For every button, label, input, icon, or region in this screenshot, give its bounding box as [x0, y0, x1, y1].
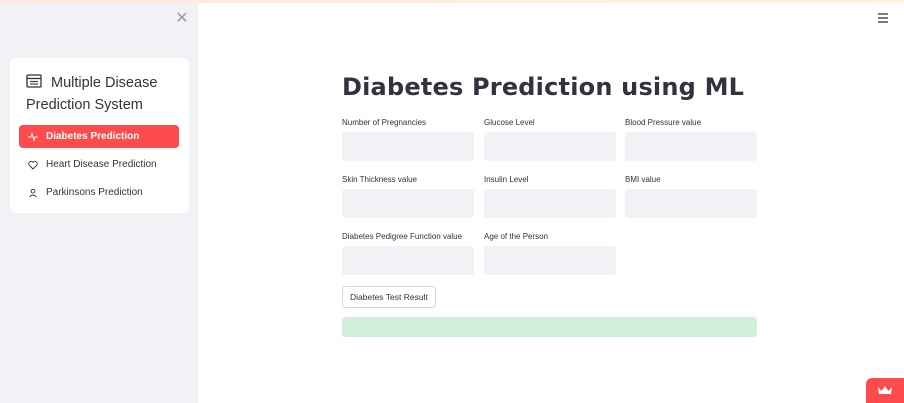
diabetes-test-result-button[interactable]: Diabetes Test Result: [342, 286, 436, 308]
field-label: Number of Pregnancies: [342, 118, 427, 127]
field-label: BMI value: [625, 175, 661, 184]
pedigree-input[interactable]: [342, 246, 474, 275]
clipboard-list-icon: [26, 74, 42, 88]
blood-pressure-field: Blood Pressure value: [625, 118, 757, 161]
field-label: Age of the Person: [484, 232, 549, 241]
glucose-input[interactable]: [484, 132, 616, 161]
sidebar: ✕ Multiple Disease Prediction System Dia…: [0, 3, 198, 403]
blood-pressure-input[interactable]: [625, 132, 757, 161]
person-icon: [28, 188, 38, 198]
menu-header: Multiple Disease Prediction System: [26, 72, 181, 116]
skin-thickness-input[interactable]: [342, 189, 474, 218]
field-label: Skin Thickness value: [342, 175, 417, 184]
menu-item-parkinsons-prediction[interactable]: Parkinsons Prediction: [19, 181, 179, 204]
option-menu: Multiple Disease Prediction System Diabe…: [10, 58, 189, 213]
menu-title: Multiple Disease Prediction System: [26, 75, 158, 113]
insulin-input[interactable]: [484, 189, 616, 218]
close-icon[interactable]: ✕: [174, 11, 190, 27]
bmi-field: BMI value: [625, 175, 757, 218]
page-title: Diabetes Prediction using ML: [342, 73, 745, 101]
skin-thickness-field: Skin Thickness value: [342, 175, 474, 218]
bmi-input[interactable]: [625, 189, 757, 218]
activity-icon: [28, 131, 38, 142]
age-field: Age of the Person: [484, 232, 616, 275]
pregnancies-field: Number of Pregnancies: [342, 118, 474, 161]
crown-icon[interactable]: [866, 378, 904, 403]
glucose-field: Glucose Level: [484, 118, 616, 161]
pedigree-field: Diabetes Pedigree Function value: [342, 232, 474, 275]
field-label: Insulin Level: [484, 175, 529, 184]
field-label: Blood Pressure value: [625, 118, 702, 127]
field-label: Glucose Level: [484, 118, 535, 127]
menu-item-diabetes-prediction[interactable]: Diabetes Prediction: [19, 125, 179, 148]
insulin-field: Insulin Level: [484, 175, 616, 218]
menu-item-label: Parkinsons Prediction: [46, 187, 143, 198]
pregnancies-input[interactable]: [342, 132, 474, 161]
field-label: Diabetes Pedigree Function value: [342, 232, 463, 241]
menu-item-heart-disease-prediction[interactable]: Heart Disease Prediction: [19, 153, 179, 176]
menu-item-label: Heart Disease Prediction: [46, 159, 157, 170]
heart-icon: [28, 160, 38, 170]
age-input[interactable]: [484, 246, 616, 275]
main-content: Diabetes Prediction using ML Number of P…: [198, 3, 904, 403]
menu-item-label: Diabetes Prediction: [46, 131, 140, 142]
result-success-box: [342, 317, 757, 337]
